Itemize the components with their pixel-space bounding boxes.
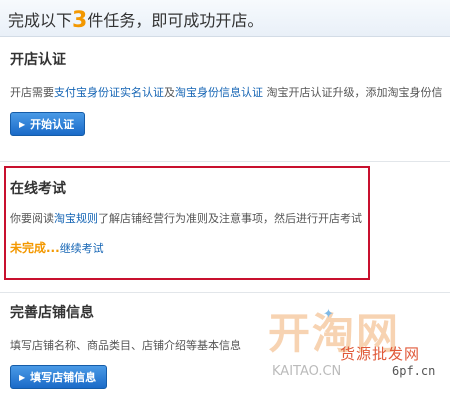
arrow-right-icon: ▶ xyxy=(19,119,26,129)
task-header: 完成以下3件任务，即可成功开店。 xyxy=(0,0,450,37)
certification-title: 开店认证 xyxy=(10,52,66,68)
alipay-verification-link[interactable]: 支付宝身份证实名认证 xyxy=(54,86,164,99)
watermark-tagline: 货源批发网 xyxy=(340,345,421,363)
exam-desc-suffix: 了解店铺经营行为准则及注意事项，然后进行开店考试 xyxy=(98,212,362,225)
fill-shop-info-button[interactable]: ▶ 填写店铺信息 xyxy=(10,365,108,389)
arrow-right-icon: ▶ xyxy=(19,372,26,382)
exam-status-row: 未完成...继续考试 xyxy=(10,239,104,256)
continue-exam-link[interactable]: 继续考试 xyxy=(60,242,104,255)
certification-desc: 开店需要支付宝身份证实名认证及淘宝身份信息认证 淘宝开店认证升级，添加淘宝身份信 xyxy=(10,84,443,100)
exam-desc-prefix: 你要阅读 xyxy=(10,212,54,225)
section-divider xyxy=(0,292,450,293)
taobao-identity-link[interactable]: 淘宝身份信息认证 xyxy=(175,86,263,99)
exam-title: 在线考试 xyxy=(10,181,66,197)
exam-status: 未完成... xyxy=(10,241,60,255)
section-divider xyxy=(0,161,450,162)
certification-desc-prefix: 开店需要 xyxy=(10,86,54,99)
watermark-star-icon: ✦ xyxy=(323,307,334,322)
taobao-rules-link[interactable]: 淘宝规则 xyxy=(54,212,98,225)
fill-shop-info-label: 填写店铺信息 xyxy=(30,371,97,384)
header-suffix: 件任务，即可成功开店。 xyxy=(87,11,264,30)
shop-info-title: 完善店铺信息 xyxy=(10,305,94,321)
watermark-url: KAITAO.CN xyxy=(272,364,342,379)
header-prefix: 完成以下 xyxy=(8,11,73,30)
shop-info-desc: 填写店铺名称、商品类目、店铺介绍等基本信息 xyxy=(10,339,241,352)
start-certification-button[interactable]: ▶ 开始认证 xyxy=(10,112,86,136)
start-certification-label: 开始认证 xyxy=(30,118,75,131)
header-title: 完成以下3件任务，即可成功开店。 xyxy=(8,7,264,33)
watermark-url-secondary: 6pf.cn xyxy=(392,364,436,378)
certification-desc-and: 及 xyxy=(164,86,175,99)
certification-desc-suffix: 淘宝开店认证升级，添加淘宝身份信 xyxy=(263,86,443,99)
task-count: 3 xyxy=(72,8,88,33)
exam-desc: 你要阅读淘宝规则了解店铺经营行为准则及注意事项，然后进行开店考试 xyxy=(10,210,362,226)
